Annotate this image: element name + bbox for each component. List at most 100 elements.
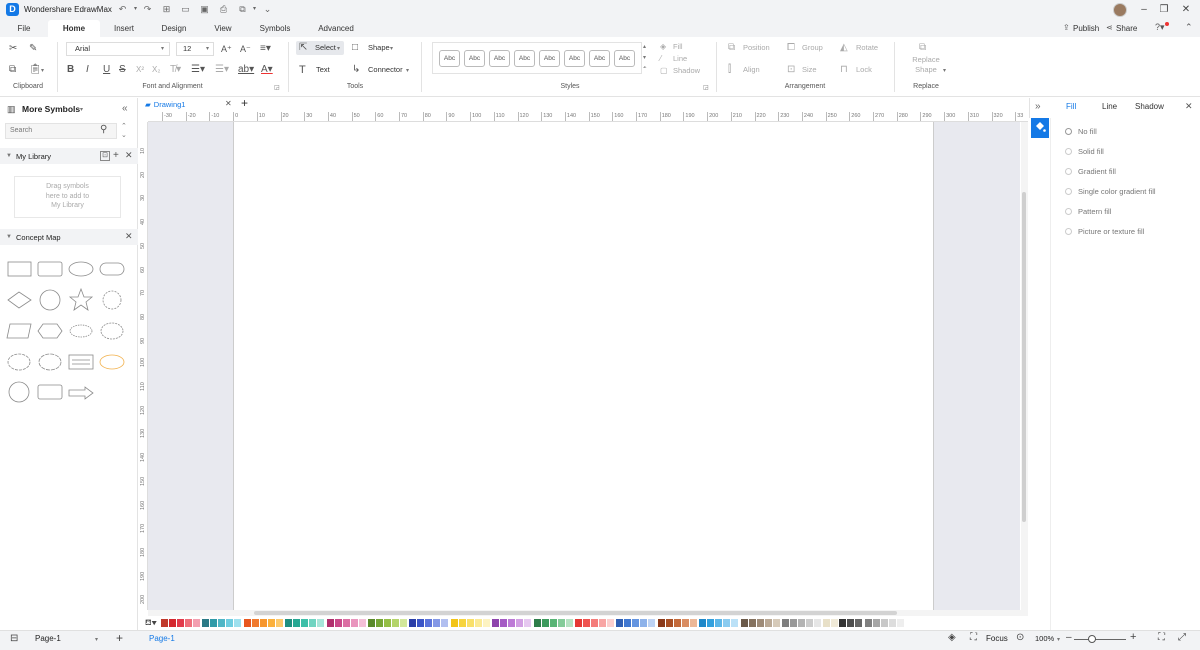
import-library-icon[interactable]: ⊡ xyxy=(100,151,110,161)
shape-speech-rect[interactable] xyxy=(37,384,63,400)
color-swatch[interactable] xyxy=(210,619,218,627)
color-swatch[interactable] xyxy=(376,619,383,627)
page-selector[interactable]: Page-1 xyxy=(35,634,61,643)
increase-font-icon[interactable]: A⁺ xyxy=(221,43,232,55)
play-icon[interactable]: ⊙ xyxy=(1016,632,1024,643)
color-swatch[interactable] xyxy=(557,619,565,627)
strikethrough-icon[interactable]: S xyxy=(119,64,126,76)
zoom-slider-handle[interactable] xyxy=(1088,635,1096,643)
color-swatch[interactable] xyxy=(616,619,624,627)
font-color-icon[interactable]: A▾ xyxy=(261,64,273,76)
shape-seal[interactable] xyxy=(102,290,122,310)
fill-bucket-icon[interactable]: ⛾▾ xyxy=(145,618,157,628)
color-swatch[interactable] xyxy=(723,619,731,627)
shape-rounded-rectangle[interactable] xyxy=(37,261,63,277)
font-name-select[interactable]: Arial xyxy=(66,42,170,56)
connector-dropdown-icon[interactable]: ▾ xyxy=(406,67,409,74)
color-swatch[interactable] xyxy=(764,619,772,627)
color-swatch[interactable] xyxy=(218,619,226,627)
tab-file[interactable]: File xyxy=(10,20,38,37)
shadow-button[interactable]: Shadow xyxy=(673,65,700,77)
color-swatch[interactable] xyxy=(888,619,896,627)
shape-ellipse[interactable] xyxy=(68,261,94,277)
color-swatch[interactable] xyxy=(839,619,847,627)
close-panel-icon[interactable]: ✕ xyxy=(1185,101,1193,112)
format-painter-icon[interactable]: ✎ xyxy=(29,43,37,55)
color-swatch[interactable] xyxy=(342,619,350,627)
cut-icon[interactable]: ✂ xyxy=(9,43,17,55)
zoom-out-icon[interactable]: – xyxy=(1066,632,1072,643)
zoom-dropdown-icon[interactable]: ▾ xyxy=(1057,636,1060,643)
fill-option-pattern[interactable]: Pattern fill xyxy=(1065,207,1111,217)
shape-star[interactable] xyxy=(68,287,94,311)
color-swatch[interactable] xyxy=(632,619,640,627)
styles-dialog-launcher-icon[interactable]: ◲ xyxy=(703,84,709,91)
size-button[interactable]: Size xyxy=(802,64,817,76)
color-swatch[interactable] xyxy=(575,619,582,627)
style-preset[interactable]: Abc xyxy=(514,50,535,67)
color-swatch[interactable] xyxy=(169,619,176,627)
color-swatch[interactable] xyxy=(806,619,813,627)
color-swatch[interactable] xyxy=(640,619,648,627)
color-swatch[interactable] xyxy=(583,619,590,627)
lock-button[interactable]: Lock xyxy=(856,64,872,76)
style-scroll-up-icon[interactable]: ▴ xyxy=(643,43,646,50)
vertical-scroll-thumb[interactable] xyxy=(1022,192,1026,522)
replace-dropdown-icon[interactable]: ▾ xyxy=(943,67,946,74)
color-swatch[interactable] xyxy=(541,619,549,627)
color-swatch[interactable] xyxy=(400,619,407,627)
style-scroll-down-icon[interactable]: ▾ xyxy=(643,54,646,61)
scroll-up-icon[interactable]: ⌃ xyxy=(121,122,127,130)
export-dropdown-icon[interactable]: ▾ xyxy=(249,4,260,15)
shape-card[interactable] xyxy=(68,354,94,370)
line-spacing-icon[interactable]: ☰▾ xyxy=(191,64,205,76)
group-button[interactable]: Group xyxy=(802,42,823,54)
color-swatch[interactable] xyxy=(334,619,342,627)
scroll-down-icon[interactable]: ⌄ xyxy=(121,131,127,139)
color-swatch[interactable] xyxy=(285,619,293,627)
color-swatch[interactable] xyxy=(317,619,325,627)
collapse-panel-icon[interactable]: « xyxy=(122,103,128,114)
color-swatch[interactable] xyxy=(516,619,524,627)
style-preset[interactable]: Abc xyxy=(439,50,460,67)
color-swatch[interactable] xyxy=(607,619,614,627)
color-swatch[interactable] xyxy=(425,619,433,627)
subscript-icon[interactable]: X₂ xyxy=(152,64,160,76)
bullet-list-icon[interactable]: ☰▾ xyxy=(215,64,229,76)
style-expand-icon[interactable]: ⩡ xyxy=(643,65,646,72)
save-icon[interactable]: ▣ xyxy=(199,4,210,15)
color-swatch[interactable] xyxy=(309,619,317,627)
print-icon[interactable]: ⎙ xyxy=(218,4,229,15)
color-swatch[interactable] xyxy=(707,619,715,627)
document-tab[interactable]: ▰ Drawing1 xyxy=(145,99,237,111)
fill-option-solid[interactable]: Solid fill xyxy=(1065,147,1104,157)
fill-option-picture[interactable]: Picture or texture fill xyxy=(1065,227,1144,237)
underline-icon[interactable]: U xyxy=(103,64,110,76)
shape-parallelogram[interactable] xyxy=(6,323,32,339)
align-text-icon[interactable]: ≡▾ xyxy=(260,43,271,55)
color-swatch[interactable] xyxy=(864,619,872,627)
color-swatch[interactable] xyxy=(896,619,904,627)
tab-line[interactable]: Line xyxy=(1102,102,1117,111)
color-swatch[interactable] xyxy=(823,619,831,627)
color-swatch[interactable] xyxy=(384,619,391,627)
color-swatch[interactable] xyxy=(814,619,821,627)
color-swatch[interactable] xyxy=(790,619,797,627)
color-swatch[interactable] xyxy=(275,619,283,627)
shape-dropdown-icon[interactable]: ▾ xyxy=(390,45,393,52)
layers-icon[interactable]: ◈ xyxy=(948,632,956,643)
color-swatch[interactable] xyxy=(657,619,665,627)
page-dropdown-icon[interactable]: ▾ xyxy=(95,636,98,643)
shape-cloud-2[interactable] xyxy=(38,353,62,371)
color-swatch[interactable] xyxy=(251,619,259,627)
color-swatch[interactable] xyxy=(699,619,707,627)
tab-shadow[interactable]: Shadow xyxy=(1135,102,1164,111)
fill-option-no-fill[interactable]: No fill xyxy=(1065,127,1097,137)
color-swatch[interactable] xyxy=(450,619,458,627)
fit-page-icon[interactable]: ⛶ xyxy=(1158,632,1165,643)
color-swatch[interactable] xyxy=(855,619,863,627)
position-button[interactable]: Position xyxy=(743,42,770,54)
fill-button[interactable]: Fill xyxy=(673,41,683,53)
horizontal-scroll-thumb[interactable] xyxy=(254,611,897,615)
color-swatch[interactable] xyxy=(185,619,192,627)
